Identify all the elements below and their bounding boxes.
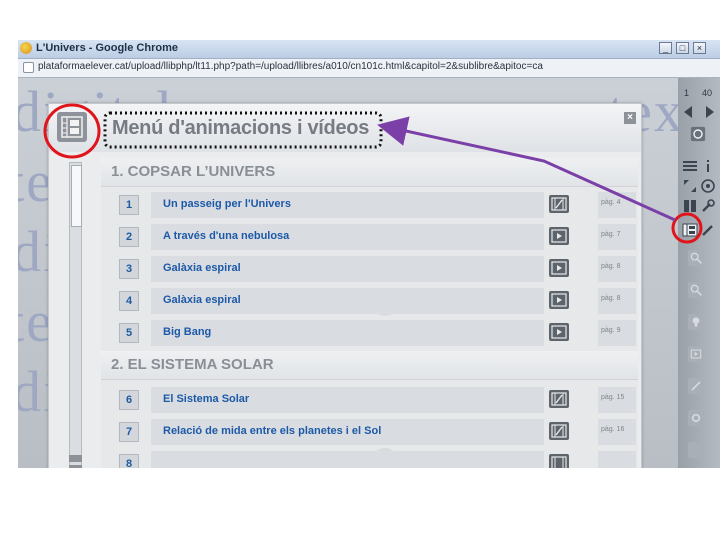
film-icon[interactable]	[549, 454, 569, 468]
item-title[interactable]: Relació de mida entre els planetes i el …	[163, 425, 381, 437]
settings-icon[interactable]	[688, 410, 704, 426]
list-item[interactable]: 1 Un passeig per l'Univers pàg. 4	[111, 192, 636, 218]
film-icon[interactable]	[549, 195, 569, 213]
scroll-up-button[interactable]	[69, 455, 82, 462]
page-ref: pàg. 16	[601, 426, 625, 433]
item-number: 6	[119, 390, 139, 410]
panel-title: Menú d'animacions i vídeos	[112, 117, 370, 139]
page-icon	[23, 62, 34, 73]
item-number: 2	[119, 227, 139, 247]
zoom-icon[interactable]	[688, 282, 704, 298]
pencil-icon[interactable]	[700, 222, 716, 238]
item-title[interactable]: Galàxia espiral	[163, 294, 241, 306]
list-item[interactable]: 5 Big Bang pàg. 9	[111, 320, 636, 346]
next-page-icon[interactable]	[700, 104, 716, 120]
film-icon[interactable]	[549, 422, 569, 440]
list-item[interactable]: 4 Galàxia espiral pàg. 8	[111, 288, 636, 314]
lightbulb-icon[interactable]	[688, 314, 704, 330]
expand-icon[interactable]	[682, 178, 698, 194]
item-title-bar[interactable]	[151, 451, 544, 468]
play-icon[interactable]	[549, 291, 569, 309]
play-icon[interactable]	[549, 323, 569, 341]
item-number: 8	[119, 454, 139, 468]
chrome-icon	[20, 42, 32, 54]
section-title: 2. EL SISTEMA SOLAR	[101, 351, 638, 380]
grid-icon[interactable]	[682, 198, 698, 214]
prev-page-icon[interactable]	[682, 104, 698, 120]
target-icon[interactable]	[700, 178, 716, 194]
scrollbar[interactable]	[69, 162, 82, 466]
item-title[interactable]: El Sistema Solar	[163, 393, 249, 405]
search-icon[interactable]	[688, 250, 704, 266]
list-item[interactable]: 6 El Sistema Solar pàg. 15	[111, 387, 636, 413]
scrollbar-thumb[interactable]	[71, 165, 82, 227]
page-ref: pàg. 15	[601, 394, 625, 401]
edit-icon[interactable]	[688, 378, 704, 394]
minimize-button[interactable]: _	[659, 42, 672, 54]
address-bar[interactable]: plataformaelever.cat/upload/llibphp/lt11…	[18, 59, 720, 78]
film-icon[interactable]	[549, 390, 569, 408]
item-number: 5	[119, 323, 139, 343]
refresh-icon[interactable]	[690, 126, 706, 142]
page-ref: pàg. 4	[601, 199, 621, 206]
list-item[interactable]: 7 Relació de mida entre els planetes i e…	[111, 419, 636, 445]
page-content: digital text digital text digital text	[18, 78, 720, 468]
list-item[interactable]: 8	[111, 451, 636, 468]
page-ref-bg	[598, 451, 636, 468]
panel-close-button[interactable]: ×	[624, 112, 636, 124]
video-list: 1. COPSAR L’UNIVERS 1 Un passeig per l'U…	[101, 158, 638, 468]
index-icon[interactable]	[682, 158, 698, 174]
item-number: 1	[119, 195, 139, 215]
film-menu-toolbar-icon[interactable]	[682, 222, 698, 238]
item-number: 4	[119, 291, 139, 311]
play-icon[interactable]	[549, 259, 569, 277]
title-bar: L'Univers - Google Chrome _ □ ×	[18, 40, 720, 59]
panel-header: Menú d'animacions i vídeos ×	[49, 104, 641, 152]
item-title[interactable]: Big Bang	[163, 326, 211, 338]
page-ref: pàg. 8	[601, 263, 621, 270]
maximize-button[interactable]: □	[676, 42, 689, 54]
info-icon[interactable]	[700, 158, 716, 174]
list-item[interactable]: 2 A través d'una nebulosa pàg. 7	[111, 224, 636, 250]
list-item[interactable]: 3 Galàxia espiral pàg. 8	[111, 256, 636, 282]
window-title: L'Univers - Google Chrome	[36, 42, 178, 54]
section-title: 1. COPSAR L’UNIVERS	[101, 158, 638, 187]
item-title[interactable]: Un passeig per l'Univers	[163, 198, 291, 210]
video-icon[interactable]	[688, 346, 704, 362]
page-ref: pàg. 8	[601, 295, 621, 302]
item-title[interactable]: Galàxia espiral	[163, 262, 241, 274]
url-text[interactable]: plataformaelever.cat/upload/llibphp/lt11…	[38, 61, 708, 72]
item-title[interactable]: A través d'una nebulosa	[163, 230, 289, 242]
play-icon[interactable]	[549, 227, 569, 245]
right-toolbar: 1 40	[678, 78, 720, 468]
wrench-icon[interactable]	[700, 198, 716, 214]
animations-menu-panel: Menú d'animacions i vídeos × 1. COPSAR L…	[48, 103, 642, 468]
item-number: 3	[119, 259, 139, 279]
page-ref: pàg. 9	[601, 327, 621, 334]
page-ref: pàg. 7	[601, 231, 621, 238]
item-number: 7	[119, 422, 139, 442]
scroll-down-button[interactable]	[69, 465, 82, 468]
current-page: 1	[684, 88, 690, 98]
film-menu-icon[interactable]	[57, 112, 87, 142]
browser-window: L'Univers - Google Chrome _ □ × platafor…	[18, 40, 720, 468]
close-window-button[interactable]: ×	[693, 42, 706, 54]
total-pages: 40	[702, 88, 713, 98]
more-icon[interactable]	[688, 442, 704, 458]
